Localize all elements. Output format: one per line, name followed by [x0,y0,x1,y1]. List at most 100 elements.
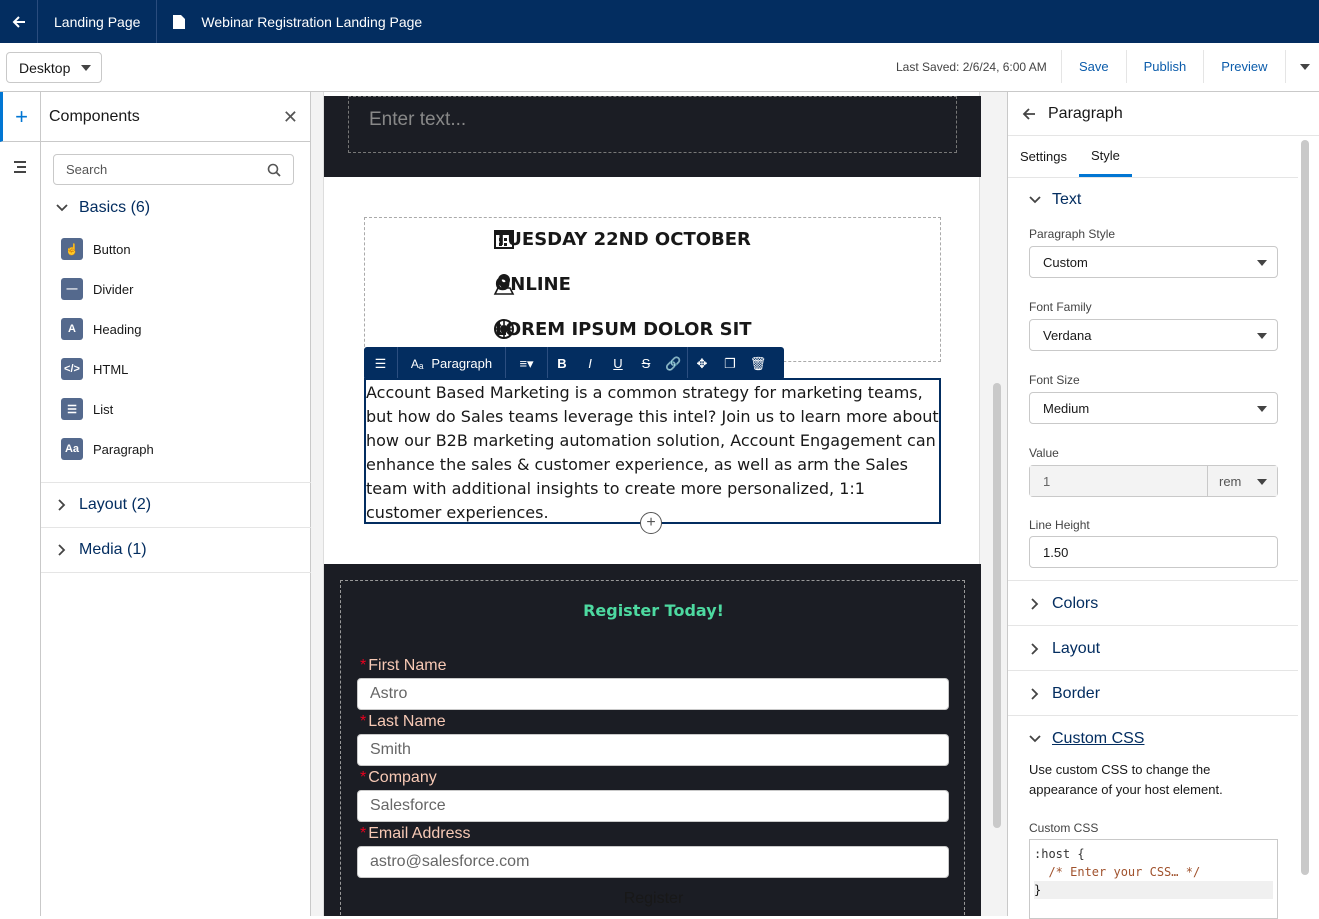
accordion-custom-css-label: Custom CSS [1052,729,1145,747]
page-canvas: Enter text... TUESDAY 22ND OCTOBER ONLIN… [311,92,1007,916]
component-paragraph[interactable]: Aa Paragraph [61,437,154,461]
component-button[interactable]: ☝ Button [61,237,131,261]
last-name-input[interactable]: Smith [357,734,949,766]
strikethrough-icon: S [641,356,651,371]
align-button[interactable]: ≡▾ [506,347,548,380]
preview-button[interactable]: Preview [1204,50,1286,83]
accordion-layout[interactable]: Layout [1008,626,1298,671]
drag-handle-button[interactable]: ☰ [364,347,398,380]
divider [41,572,311,573]
outline-button[interactable] [0,142,40,192]
section-layout[interactable]: Layout (2) [41,493,311,517]
device-select[interactable]: Desktop [6,52,102,83]
link-button[interactable]: 🔗 [660,347,688,380]
font-size-label: Font Size [1029,373,1080,387]
selected-paragraph[interactable]: Account Based Marketing is a common stra… [364,378,941,524]
unit-select[interactable]: rem [1208,466,1277,496]
save-button[interactable]: Save [1062,50,1127,83]
properties-tabs: Settings Style [1008,136,1298,178]
component-heading[interactable]: A Heading [61,317,141,341]
components-title: Components [49,107,140,125]
font-size-select[interactable]: Medium [1029,392,1278,424]
chevron-right-icon [1031,597,1039,610]
section-basics[interactable]: Basics (6) [41,196,311,220]
chevron-right-icon [58,544,66,556]
paragraph-style-select[interactable]: Custom [1029,246,1278,278]
required-marker: * [360,769,367,786]
line-height-input[interactable]: 1.50 [1029,536,1278,568]
code-line: } [1034,881,1273,899]
tab-landing-page[interactable]: Landing Page [38,0,158,43]
align-left-icon: ≡▾ [519,355,534,371]
trash-icon: 🗑 [749,355,767,371]
first-name-input[interactable]: Astro [357,678,949,710]
search-input[interactable]: Search [53,154,294,185]
code-line: /* Enter your CSS… */ [1034,863,1273,881]
font-family-select[interactable]: Verdana [1029,319,1278,351]
value-label: Value [1029,446,1059,460]
registration-form[interactable]: Register Today! * First Name Astro * Last … [340,580,965,916]
tab-style[interactable]: Style [1078,136,1132,177]
custom-css-editor[interactable]: :host { /* Enter your CSS… */ } [1029,839,1278,919]
bold-button[interactable]: B [548,347,576,380]
plus-icon: + [646,514,656,531]
accordion-custom-css[interactable]: Custom CSS [1008,716,1298,761]
move-button[interactable]: ✥ [688,347,716,380]
paragraph-style-label: Paragraph [431,356,493,371]
section-basics-label: Basics (6) [79,199,151,216]
add-block-button[interactable]: + [640,512,662,534]
duplicate-button[interactable]: ❐ [716,347,744,380]
accordion-border[interactable]: Border [1008,671,1298,716]
close-icon[interactable]: ✕ [283,107,298,128]
unit-value: rem [1219,473,1242,489]
text-placeholder-block[interactable]: Enter text... [348,96,957,153]
strikethrough-button[interactable]: S [632,347,660,380]
delete-button[interactable]: 🗑 [744,347,772,380]
landing-page-preview: Enter text... TUESDAY 22ND OCTOBER ONLIN… [323,92,981,916]
register-heading: Register Today! [583,601,724,620]
accordion-text-label: Text [1052,190,1082,208]
caret-down-icon [1257,479,1267,485]
section-media[interactable]: Media (1) [41,538,311,562]
section-layout-label: Layout (2) [79,496,152,513]
chevron-right-icon [1031,642,1039,655]
event-detail: LOREM IPSUM DOLOR SIT [495,319,752,340]
code-icon: </> [61,358,83,380]
italic-button[interactable]: I [576,347,604,380]
email-input[interactable]: astro@salesforce.com [357,846,949,878]
component-html[interactable]: </> HTML [61,357,128,381]
more-actions-button[interactable] [1286,50,1319,83]
accordion-text[interactable]: Text [1008,177,1298,222]
component-divider[interactable]: — Divider [61,277,133,301]
component-label: List [93,401,114,417]
register-button[interactable]: Register [341,890,966,908]
field-label-text: Last Name [368,713,446,730]
tab-webinar-page[interactable]: Webinar Registration Landing Page [157,0,438,43]
underline-button[interactable]: U [604,347,632,380]
caret-down-icon [1299,64,1310,70]
back-button[interactable] [0,0,38,43]
caret-down-icon [1257,260,1267,266]
add-component-button[interactable]: + [0,92,40,142]
publish-button[interactable]: Publish [1127,50,1205,83]
required-marker: * [360,657,367,674]
first-name-label: * First Name [360,657,446,675]
tab-webinar-label: Webinar Registration Landing Page [201,13,423,30]
accordion-colors[interactable]: Colors [1008,581,1298,626]
properties-scrollbar[interactable] [1301,140,1309,875]
component-label: Divider [93,281,134,297]
paragraph-style-button[interactable]: Aₐ Paragraph [398,347,506,380]
canvas-scrollbar[interactable] [993,383,1001,828]
chevron-right-icon [58,499,66,511]
component-list[interactable]: ☰ List [61,397,113,421]
font-family-label: Font Family [1029,300,1092,314]
value-input[interactable]: 1 [1030,466,1208,496]
caret-down-icon [1257,406,1267,412]
tab-settings[interactable]: Settings [1008,136,1079,177]
caret-down-icon [1257,333,1267,339]
company-input[interactable]: Salesforce [357,790,949,822]
search-icon [267,163,281,177]
event-details-block[interactable]: TUESDAY 22ND OCTOBER ONLINE LOREM IPSUM … [364,217,941,362]
arrow-left-icon[interactable] [1022,107,1036,121]
line-height-label: Line Height [1029,518,1090,532]
